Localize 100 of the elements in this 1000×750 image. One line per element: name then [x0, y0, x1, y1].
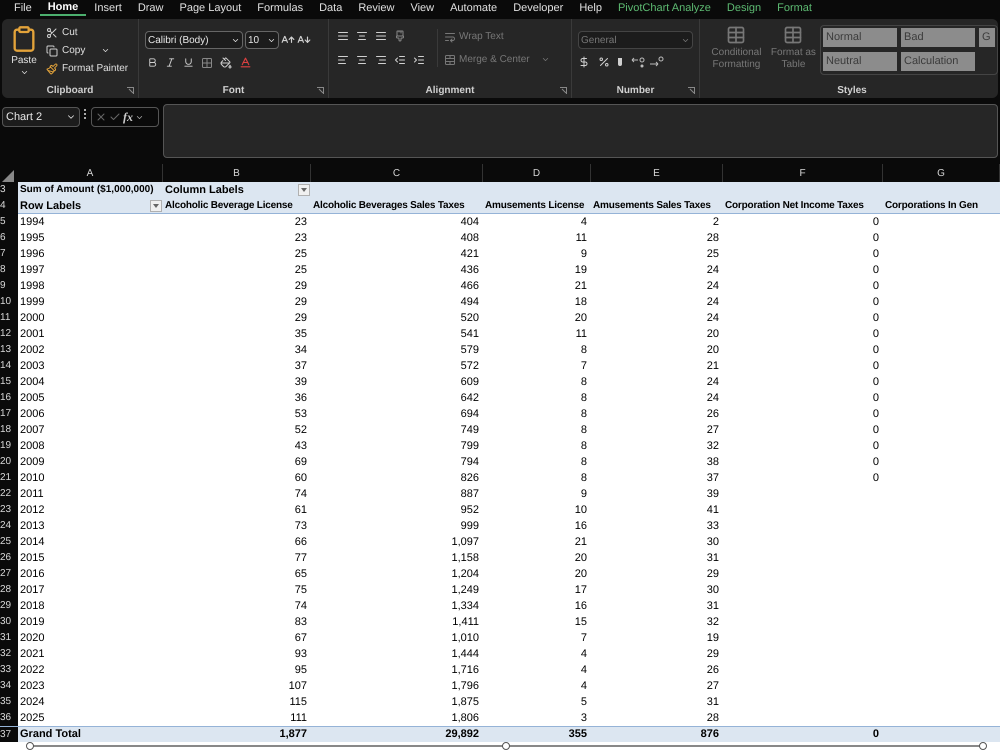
row-header[interactable]: 17	[0, 406, 18, 422]
menu-tab[interactable]: Draw	[130, 0, 172, 16]
row-header[interactable]: 29	[0, 598, 18, 614]
font-color-icon[interactable]	[239, 56, 252, 69]
row-header[interactable]: 5	[0, 214, 18, 230]
row-header[interactable]: 23	[0, 502, 18, 518]
underline-icon[interactable]	[183, 57, 194, 68]
row-header[interactable]: 10	[0, 294, 18, 310]
row-header[interactable]: 20	[0, 454, 18, 470]
row-header[interactable]: 6	[0, 230, 18, 246]
row-header[interactable]: 12	[0, 326, 18, 342]
dialog-launcher-icon[interactable]	[560, 87, 567, 94]
row-header[interactable]: 7	[0, 246, 18, 262]
row-header[interactable]: 21	[0, 470, 18, 486]
cancel-icon[interactable]	[95, 111, 107, 123]
formula-input[interactable]	[163, 104, 998, 158]
align-right-icon[interactable]	[375, 54, 387, 66]
fill-color-icon[interactable]	[220, 56, 232, 68]
menu-tab[interactable]: File	[6, 0, 40, 16]
align-middle-icon[interactable]	[356, 30, 368, 42]
table-cell-text: 26	[706, 407, 720, 422]
row-header[interactable]: 14	[0, 358, 18, 374]
dialog-launcher-icon[interactable]	[317, 87, 324, 94]
dialog-launcher-icon[interactable]	[127, 87, 134, 94]
table-cell-text: 18	[574, 295, 588, 310]
align-center-icon[interactable]	[356, 54, 368, 66]
menu-tab[interactable]: Developer	[505, 0, 572, 16]
table-cell-text: 65	[294, 567, 308, 582]
align-bottom-icon[interactable]	[375, 30, 387, 42]
menu-tab[interactable]: Format	[769, 0, 820, 16]
align-left-icon[interactable]	[337, 54, 349, 66]
name-box[interactable]: Chart 2	[2, 107, 80, 127]
decimal-arrows-icon[interactable]	[630, 56, 666, 68]
menu-tab[interactable]: Page Layout	[171, 0, 250, 16]
menu-tab[interactable]: Review	[350, 0, 402, 16]
row-header[interactable]: 26	[0, 550, 18, 566]
font-name-dropdown[interactable]: Calibri (Body)	[145, 31, 243, 49]
row-header[interactable]: 32	[0, 646, 18, 662]
table-cell-text: 1996	[19, 247, 46, 262]
row-header[interactable]: 37	[0, 727, 18, 742]
dialog-launcher-icon[interactable]	[688, 87, 695, 94]
table-cell-text: 1,204	[450, 567, 480, 582]
table-cell-text: 0	[872, 343, 880, 358]
italic-icon[interactable]	[165, 57, 176, 68]
table-cell-text: 30	[706, 535, 720, 550]
row-header[interactable]: 4	[0, 198, 18, 214]
row-header[interactable]: 36	[0, 710, 18, 726]
borders-icon[interactable]	[201, 56, 213, 68]
enter-icon[interactable]	[109, 111, 121, 123]
row-header[interactable]: 25	[0, 534, 18, 550]
copy-button[interactable]: Copy	[46, 43, 128, 58]
filter-dropdown-button[interactable]	[150, 200, 162, 212]
menu-tab[interactable]: Design	[718, 0, 770, 16]
row-header[interactable]: 34	[0, 678, 18, 694]
insert-function-button[interactable]: fx	[123, 108, 133, 126]
table-cell-text: 1,334	[450, 599, 480, 614]
font-size-dropdown[interactable]: 10	[245, 31, 279, 49]
table-cell-text: 2012	[19, 503, 46, 518]
percent-icon[interactable]	[598, 56, 610, 68]
row-header[interactable]: 15	[0, 374, 18, 390]
row-header[interactable]: 33	[0, 662, 18, 678]
menu-tab[interactable]: Data	[311, 0, 350, 16]
row-header[interactable]: 31	[0, 630, 18, 646]
menu-tab[interactable]: Home	[40, 0, 86, 16]
currency-icon[interactable]	[578, 56, 590, 68]
row-header[interactable]: 8	[0, 262, 18, 278]
bold-icon[interactable]	[147, 57, 158, 68]
row-header[interactable]: 18	[0, 422, 18, 438]
more-icon[interactable]	[84, 109, 87, 119]
row-header[interactable]: 22	[0, 486, 18, 502]
increase-indent-icon[interactable]	[413, 54, 425, 66]
table-cell-text: 572	[460, 359, 480, 374]
paste-button[interactable]: Paste	[10, 25, 38, 82]
menu-tab[interactable]: Help	[571, 0, 610, 16]
filter-dropdown-button[interactable]	[298, 184, 310, 196]
row-header[interactable]: 30	[0, 614, 18, 630]
decrease-indent-icon[interactable]	[394, 54, 406, 66]
menu-tab[interactable]: View	[402, 0, 442, 16]
align-top-icon[interactable]	[337, 30, 349, 42]
row-header[interactable]: 3	[0, 182, 18, 198]
row-header[interactable]: 16	[0, 390, 18, 406]
menu-tab[interactable]: Insert	[86, 0, 130, 16]
table-cell-text: 1,158	[450, 551, 480, 566]
menu-tab[interactable]: Formulas	[249, 0, 312, 16]
table-cell-text: 29	[294, 295, 308, 310]
table-cell-text: 31	[706, 599, 720, 614]
menu-tab[interactable]: Automate	[442, 0, 506, 16]
row-header[interactable]: 27	[0, 566, 18, 582]
table-cell-text: 24	[706, 263, 720, 278]
row-header[interactable]: 11	[0, 310, 18, 326]
row-header[interactable]: 35	[0, 694, 18, 710]
row-header[interactable]: 19	[0, 438, 18, 454]
row-header[interactable]: 24	[0, 518, 18, 534]
chart-selection-border[interactable]	[0, 742, 1000, 750]
row-header[interactable]: 28	[0, 582, 18, 598]
menu-tab[interactable]: PivotChart Analyze	[610, 0, 719, 16]
row-header[interactable]: 9	[0, 278, 18, 294]
format-painter-button[interactable]: Format Painter	[46, 61, 128, 76]
row-header[interactable]: 13	[0, 342, 18, 358]
cut-button[interactable]: Cut	[46, 25, 128, 40]
